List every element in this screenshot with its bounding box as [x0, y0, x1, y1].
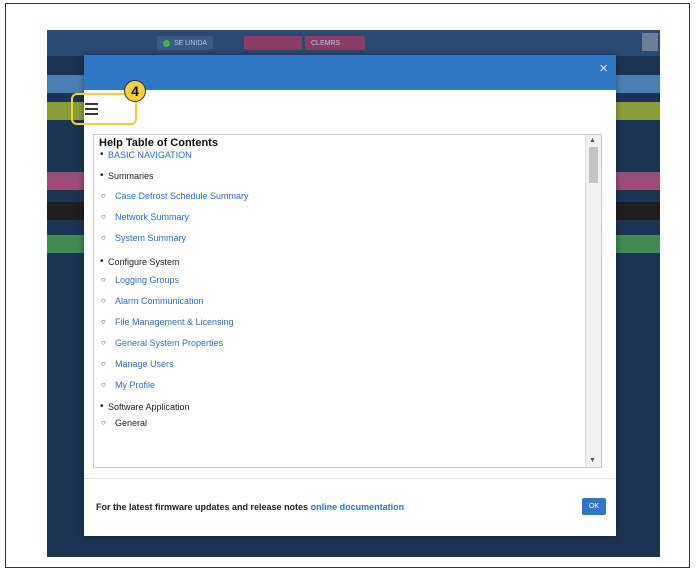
- toc-section: • Software Application: [99, 401, 580, 412]
- footer-note-text: For the latest firmware updates and rele…: [96, 502, 311, 512]
- topbar-button-label: CLEMRS: [311, 39, 341, 47]
- toc-link-my-profile[interactable]: ○ My Profile: [99, 380, 580, 390]
- toc-link-basic-navigation[interactable]: BASIC NAVIGATION: [108, 150, 192, 160]
- toc-section: • Configure System: [99, 256, 580, 267]
- toc-link-logging-groups[interactable]: ○ Logging Groups: [99, 275, 580, 285]
- toc-link-system-summary[interactable]: ○ System Summary: [99, 233, 580, 243]
- topbar-button-alarm[interactable]: [244, 36, 302, 50]
- toc-title: Help Table of Contents: [99, 137, 218, 149]
- status-dot-icon: [163, 39, 170, 47]
- circle-bullet-icon: ○: [101, 296, 106, 305]
- hamburger-icon: [85, 103, 98, 115]
- ok-button[interactable]: OK: [582, 498, 606, 515]
- toc-section: • BASIC NAVIGATION: [99, 149, 580, 160]
- toc-link-manage-users[interactable]: ○ Manage Users: [99, 359, 580, 369]
- online-documentation-link[interactable]: online documentation: [311, 502, 405, 512]
- toc-section-label: Software Application: [108, 402, 190, 412]
- footer-divider: [84, 478, 616, 479]
- toc-section-label: Configure System: [108, 257, 180, 267]
- footer-note: For the latest firmware updates and rele…: [96, 502, 404, 512]
- topbar-button-label: SE UNIDA: [174, 39, 208, 47]
- step-callout-badge: 4: [124, 80, 146, 102]
- circle-bullet-icon: ○: [101, 212, 106, 221]
- bullet-icon: •: [100, 256, 104, 267]
- close-icon[interactable]: ×: [599, 61, 608, 76]
- bullet-icon: •: [100, 149, 104, 160]
- toc-link-general-system-properties[interactable]: ○ General System Properties: [99, 338, 580, 348]
- circle-bullet-icon: ○: [101, 359, 106, 368]
- modal-header: ×: [84, 55, 616, 90]
- toc-content: Help Table of Contents • BASIC NAVIGATIO…: [94, 135, 585, 467]
- toc-link-file-management[interactable]: ○ File Management & Licensing: [99, 317, 580, 327]
- scroll-up-arrow-icon[interactable]: ▲: [589, 137, 596, 144]
- menu-row: 4: [71, 80, 616, 131]
- circle-bullet-icon: ○: [101, 380, 106, 389]
- toc-section-label: Summaries: [108, 171, 154, 181]
- toc-panel: Help Table of Contents • BASIC NAVIGATIO…: [93, 134, 602, 468]
- circle-bullet-icon: ○: [101, 191, 106, 200]
- circle-bullet-icon: ○: [101, 233, 106, 242]
- toc-link-network-summary[interactable]: ○ Network Summary: [99, 212, 580, 222]
- bullet-icon: •: [100, 170, 104, 181]
- bullet-icon: •: [100, 401, 104, 412]
- toc-scrollbar[interactable]: ▲ ▼: [585, 135, 601, 467]
- help-modal: × 4 Help Table of Contents • BASIC NAVIG…: [71, 55, 616, 536]
- topbar-corner-button[interactable]: [642, 33, 658, 51]
- circle-bullet-icon: ○: [101, 275, 106, 284]
- scroll-thumb[interactable]: [589, 147, 598, 183]
- toc-link-alarm-communication[interactable]: ○ Alarm Communication: [99, 296, 580, 306]
- toc-link-case-defrost[interactable]: ○ Case Defrost Schedule Summary: [99, 191, 580, 201]
- scroll-down-arrow-icon[interactable]: ▼: [589, 457, 596, 464]
- circle-bullet-icon: ○: [101, 418, 106, 427]
- circle-bullet-icon: ○: [101, 338, 106, 347]
- topbar-button-status[interactable]: SE UNIDA: [157, 36, 214, 50]
- topbar-button-clear[interactable]: CLEMRS: [305, 36, 365, 50]
- toc-section: • Summaries: [99, 170, 580, 181]
- toc-item-general: ○ General: [101, 418, 148, 428]
- app-topbar: SE UNIDA CLEMRS: [47, 30, 660, 56]
- circle-bullet-icon: ○: [101, 317, 106, 326]
